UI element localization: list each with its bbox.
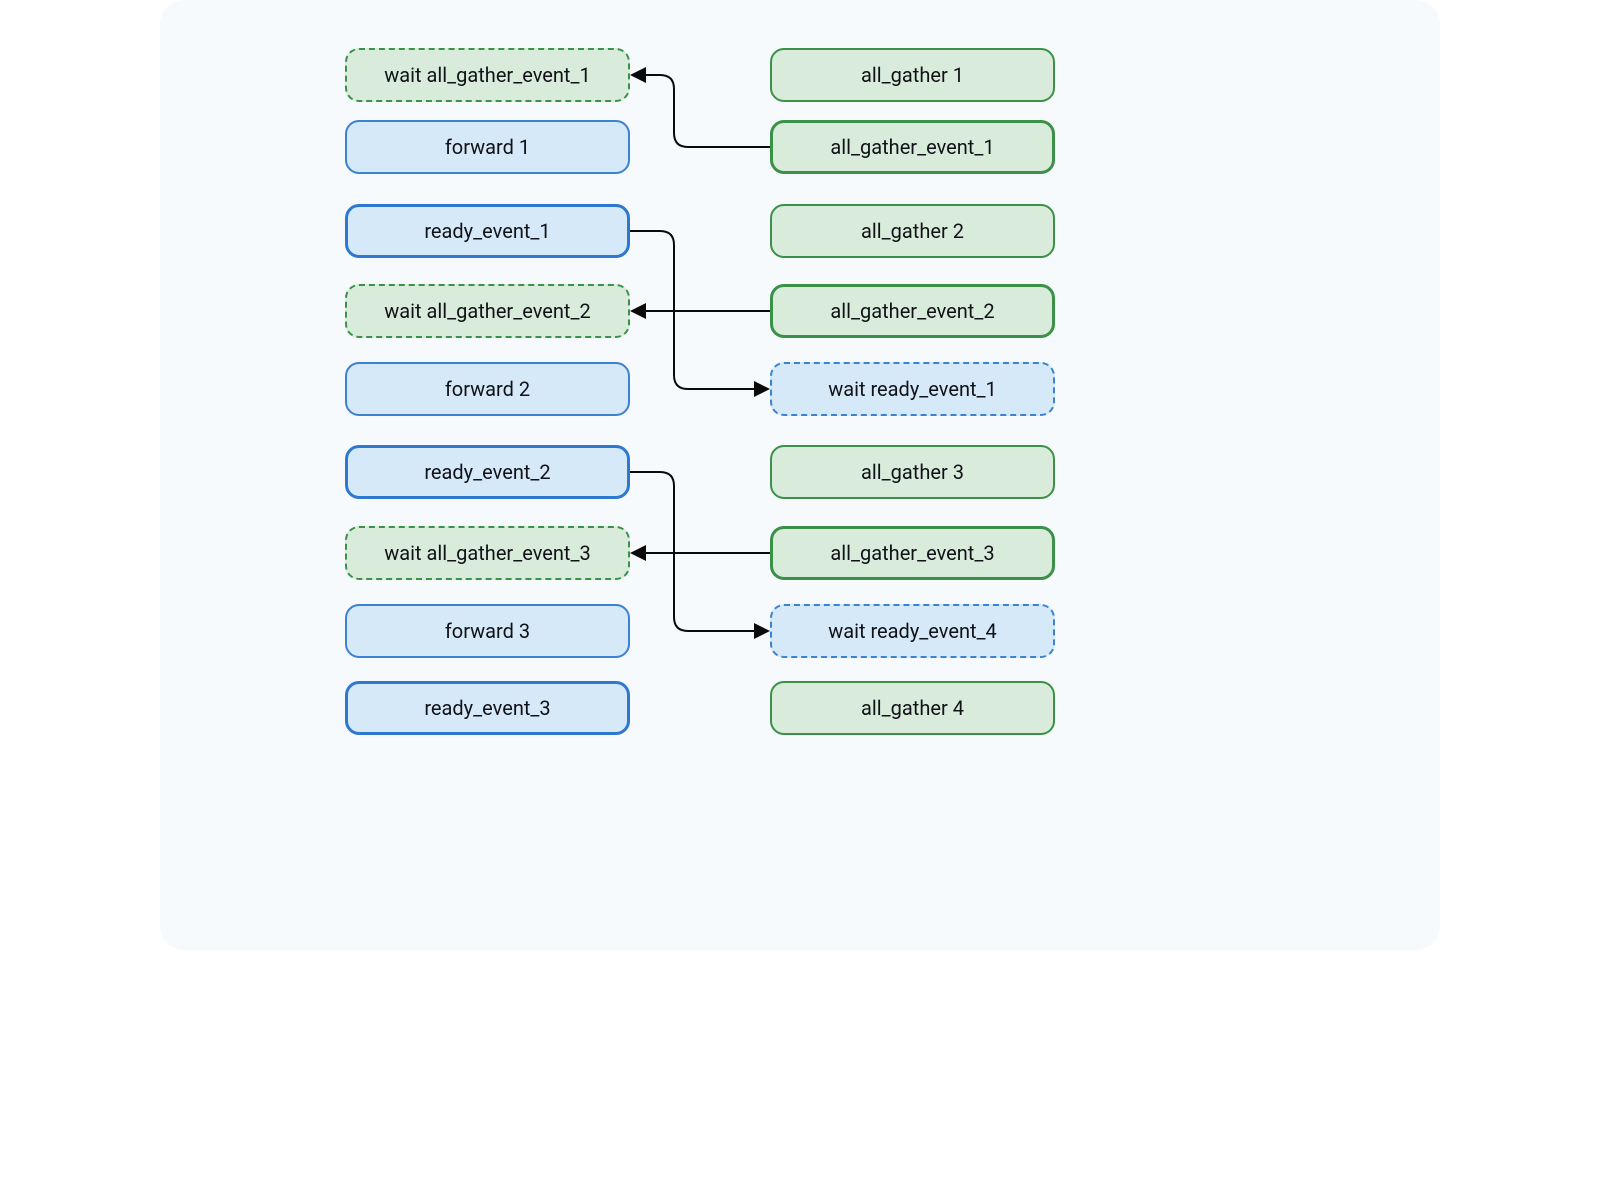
node-label: all_gather_event_2 <box>830 299 994 323</box>
node-label: all_gather 3 <box>861 460 964 484</box>
node-label: wait all_gather_event_2 <box>384 299 590 323</box>
node-all-gather-1: all_gather 1 <box>770 48 1055 102</box>
node-all-gather-3: all_gather 3 <box>770 445 1055 499</box>
diagram-canvas: wait all_gather_event_1 forward 1 ready_… <box>160 0 1440 950</box>
node-wait-all-gather-event-3: wait all_gather_event_3 <box>345 526 630 580</box>
node-label: all_gather 1 <box>861 63 964 87</box>
node-label: wait ready_event_4 <box>828 619 997 643</box>
node-label: ready_event_3 <box>424 696 550 720</box>
node-wait-all-gather-event-2: wait all_gather_event_2 <box>345 284 630 338</box>
node-all-gather-4: all_gather 4 <box>770 681 1055 735</box>
node-label: ready_event_2 <box>424 460 550 484</box>
node-label: all_gather 2 <box>861 219 964 243</box>
node-forward-1: forward 1 <box>345 120 630 174</box>
node-label: wait all_gather_event_3 <box>384 541 590 565</box>
node-label: all_gather 4 <box>861 696 964 720</box>
node-wait-all-gather-event-1: wait all_gather_event_1 <box>345 48 630 102</box>
node-label: forward 1 <box>445 135 530 159</box>
node-wait-ready-event-4: wait ready_event_4 <box>770 604 1055 658</box>
node-all-gather-event-2: all_gather_event_2 <box>770 284 1055 338</box>
arrow-re2-to-wre4 <box>630 472 766 631</box>
node-label: ready_event_1 <box>424 219 550 243</box>
node-label: wait ready_event_1 <box>828 377 997 401</box>
node-label: all_gather_event_1 <box>830 135 994 159</box>
arrow-age1-to-wait-ag1 <box>634 75 770 147</box>
node-ready-event-1: ready_event_1 <box>345 204 630 258</box>
node-wait-ready-event-1: wait ready_event_1 <box>770 362 1055 416</box>
node-label: forward 2 <box>445 377 530 401</box>
node-label: wait all_gather_event_1 <box>384 63 590 87</box>
node-all-gather-2: all_gather 2 <box>770 204 1055 258</box>
arrow-re1-to-wre1 <box>630 231 766 389</box>
node-forward-3: forward 3 <box>345 604 630 658</box>
node-ready-event-3: ready_event_3 <box>345 681 630 735</box>
node-ready-event-2: ready_event_2 <box>345 445 630 499</box>
node-all-gather-event-3: all_gather_event_3 <box>770 526 1055 580</box>
node-all-gather-event-1: all_gather_event_1 <box>770 120 1055 174</box>
node-forward-2: forward 2 <box>345 362 630 416</box>
node-label: forward 3 <box>445 619 530 643</box>
node-label: all_gather_event_3 <box>830 541 994 565</box>
